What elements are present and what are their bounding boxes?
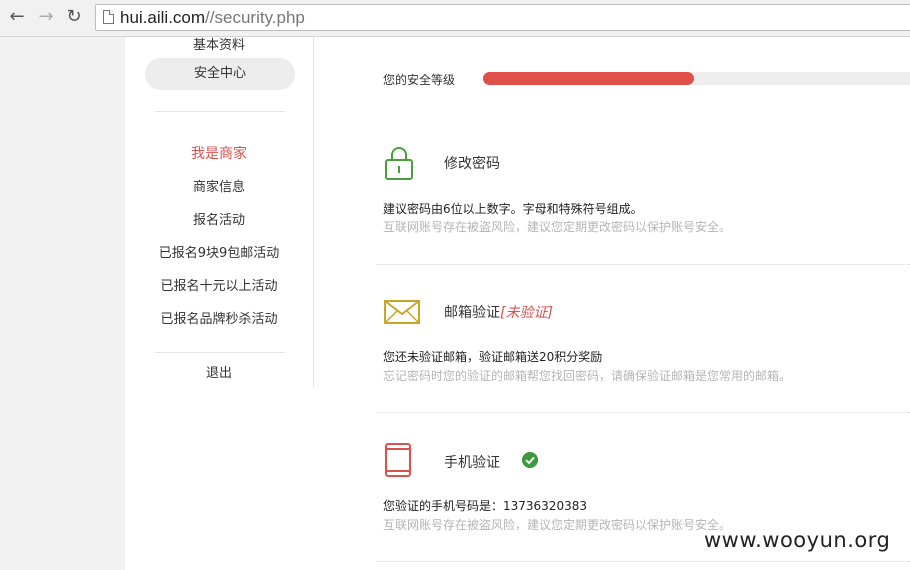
security-panel: 您的安全等级 修改密码 建议密码由6位以上数字。字母和特殊符号组成。 互联网账号… bbox=[377, 37, 910, 570]
page: 基本资料 安全中心 我是商家 商家信息 报名活动 已报名9块9包邮活动 已报名十… bbox=[125, 37, 910, 570]
password-hint: 互联网账号存在被盗风险，建议您定期更改密码以保护账号安全。 bbox=[383, 220, 732, 234]
change-password-title[interactable]: 修改密码 bbox=[444, 153, 500, 173]
sidebar-item-ten-yuan-activity[interactable]: 已报名十元以上活动 bbox=[125, 275, 313, 294]
envelope-icon bbox=[384, 300, 420, 324]
email-verify-label: 邮箱验证 bbox=[444, 305, 500, 321]
browser-toolbar: ← → ↻ hui.aili.com//security.php bbox=[0, 0, 910, 37]
sidebar-item-9-9-activity[interactable]: 已报名9块9包邮活动 bbox=[125, 242, 313, 261]
address-bar[interactable]: hui.aili.com//security.php bbox=[95, 4, 910, 31]
back-arrow-icon[interactable]: ← bbox=[6, 6, 28, 28]
security-level-fill bbox=[483, 72, 694, 85]
sidebar-item-logout[interactable]: 退出 bbox=[125, 362, 313, 381]
sidebar-divider bbox=[155, 352, 285, 353]
sidebar-item-merchant-info[interactable]: 商家信息 bbox=[125, 176, 313, 195]
merchant-heading: 我是商家 bbox=[191, 146, 247, 162]
email-unverified-status: [未验证] bbox=[500, 305, 553, 321]
sidebar-item-brand-flash-sale[interactable]: 已报名品牌秒杀活动 bbox=[125, 308, 313, 327]
sidebar-divider bbox=[155, 111, 285, 112]
mobile-phone-icon bbox=[385, 443, 411, 477]
security-level-label: 您的安全等级 bbox=[383, 73, 456, 87]
phone-verify-title[interactable]: 手机验证 bbox=[444, 452, 500, 472]
email-verify-title[interactable]: 邮箱验证[未验证] bbox=[444, 302, 553, 322]
phone-description: 您验证的手机号码是：13736320383 bbox=[383, 499, 587, 513]
verified-check-icon bbox=[522, 452, 538, 468]
lock-icon bbox=[385, 147, 413, 180]
section-divider bbox=[377, 561, 910, 562]
email-description: 您还未验证邮箱，验证邮箱送20积分奖励 bbox=[383, 350, 603, 364]
reload-icon[interactable]: ↻ bbox=[63, 6, 85, 28]
page-icon bbox=[103, 10, 114, 24]
watermark: www.wooyun.org bbox=[704, 528, 891, 552]
section-divider bbox=[377, 264, 910, 265]
sidebar-item-profile[interactable]: 基本资料 bbox=[125, 34, 313, 53]
password-description: 建议密码由6位以上数字。字母和特殊符号组成。 bbox=[383, 202, 643, 216]
section-divider bbox=[377, 412, 910, 413]
url-text: hui.aili.com//security.php bbox=[120, 7, 305, 29]
url-host: hui.aili.com bbox=[120, 8, 206, 27]
sidebar-item-signup-activity[interactable]: 报名活动 bbox=[125, 209, 313, 228]
sidebar: 基本资料 安全中心 我是商家 商家信息 报名活动 已报名9块9包邮活动 已报名十… bbox=[125, 37, 314, 387]
security-level-bar bbox=[483, 72, 910, 85]
forward-arrow-icon[interactable]: → bbox=[35, 6, 57, 28]
phone-hint: 互联网账号存在被盗风险，建议您定期更改密码以保护账号安全。 bbox=[383, 518, 732, 532]
sidebar-item-security-center[interactable]: 安全中心 bbox=[145, 58, 295, 90]
email-hint: 忘记密码时您的验证的邮箱帮您找回密码，请确保验证邮箱是您常用的邮箱。 bbox=[383, 369, 792, 383]
url-path: //security.php bbox=[205, 8, 305, 27]
